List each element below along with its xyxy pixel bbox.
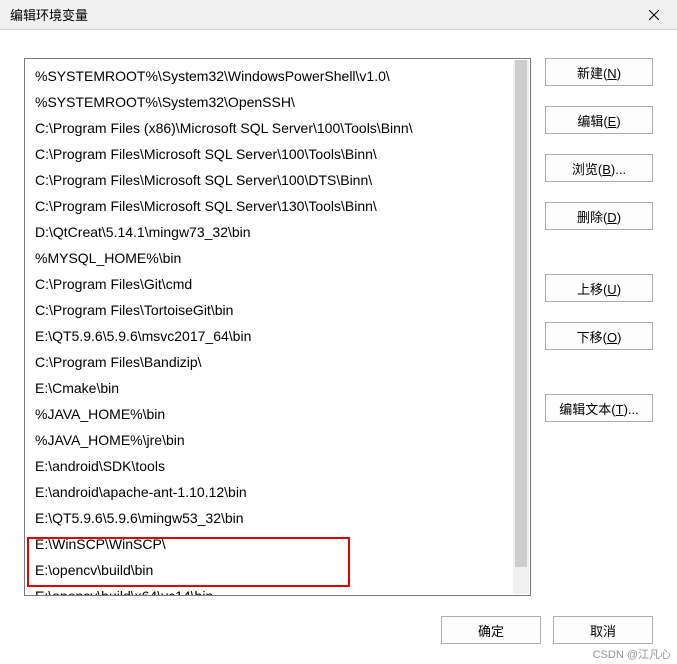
delete-button[interactable]: 删除(D) [545,202,653,230]
list-item[interactable]: %SYSTEMROOT%\System32\OpenSSH\ [25,89,530,115]
list-item[interactable]: %JAVA_HOME%\jre\bin [25,427,530,453]
list-item[interactable]: C:\Program Files\TortoiseGit\bin [25,297,530,323]
watermark: CSDN @江凡心 [593,646,671,662]
footer-buttons: 确定 取消 [441,616,653,644]
list-item[interactable]: D:\QtCreat\5.14.1\mingw73_32\bin [25,219,530,245]
list-item[interactable]: E:\android\apache-ant-1.10.12\bin [25,479,530,505]
list-item[interactable]: E:\QT5.9.6\5.9.6\mingw53_32\bin [25,505,530,531]
window-title: 编辑环境变量 [10,5,88,24]
move-down-button[interactable]: 下移(O) [545,322,653,350]
scrollbar[interactable] [513,60,529,594]
close-icon [649,10,659,20]
list-item[interactable]: E:\opencv\build\bin [25,557,530,583]
list-item[interactable]: E:\WinSCP\WinSCP\ [25,531,530,557]
browse-button[interactable]: 浏览(B)... [545,154,653,182]
list-item[interactable]: C:\Program Files\Microsoft SQL Server\13… [25,193,530,219]
dialog-body: %SYSTEMROOT%\System32\WindowsPowerShell\… [0,30,677,598]
list-item[interactable]: C:\Program Files\Microsoft SQL Server\10… [25,167,530,193]
move-up-button[interactable]: 上移(U) [545,274,653,302]
side-buttons: 新建(N) 编辑(E) 浏览(B)... 删除(D) 上移(U) 下移(O) 编… [545,58,653,598]
edit-text-button[interactable]: 编辑文本(T)... [545,394,653,422]
list-item[interactable]: C:\Program Files (x86)\Microsoft SQL Ser… [25,115,530,141]
new-button[interactable]: 新建(N) [545,58,653,86]
ok-button[interactable]: 确定 [441,616,541,644]
close-button[interactable] [631,0,677,30]
titlebar: 编辑环境变量 [0,0,677,30]
list-item[interactable]: %MYSQL_HOME%\bin [25,245,530,271]
path-list[interactable]: %SYSTEMROOT%\System32\WindowsPowerShell\… [24,58,531,596]
cancel-button[interactable]: 取消 [553,616,653,644]
list-item[interactable]: %JAVA_HOME%\bin [25,401,530,427]
list-item[interactable]: E:\QT5.9.6\5.9.6\msvc2017_64\bin [25,323,530,349]
list-item[interactable]: E:\android\SDK\tools [25,453,530,479]
list-item[interactable]: E:\Cmake\bin [25,375,530,401]
list-wrapper: %SYSTEMROOT%\System32\WindowsPowerShell\… [24,58,531,598]
list-item[interactable]: C:\Program Files\Git\cmd [25,271,530,297]
list-item[interactable]: C:\Program Files\Bandizip\ [25,349,530,375]
list-item[interactable]: E:\opencv\build\x64\vc14\bin [25,583,530,596]
list-item[interactable]: %SYSTEMROOT%\System32\WindowsPowerShell\… [25,63,530,89]
edit-button[interactable]: 编辑(E) [545,106,653,134]
scrollbar-thumb[interactable] [515,60,527,567]
list-item[interactable]: C:\Program Files\Microsoft SQL Server\10… [25,141,530,167]
